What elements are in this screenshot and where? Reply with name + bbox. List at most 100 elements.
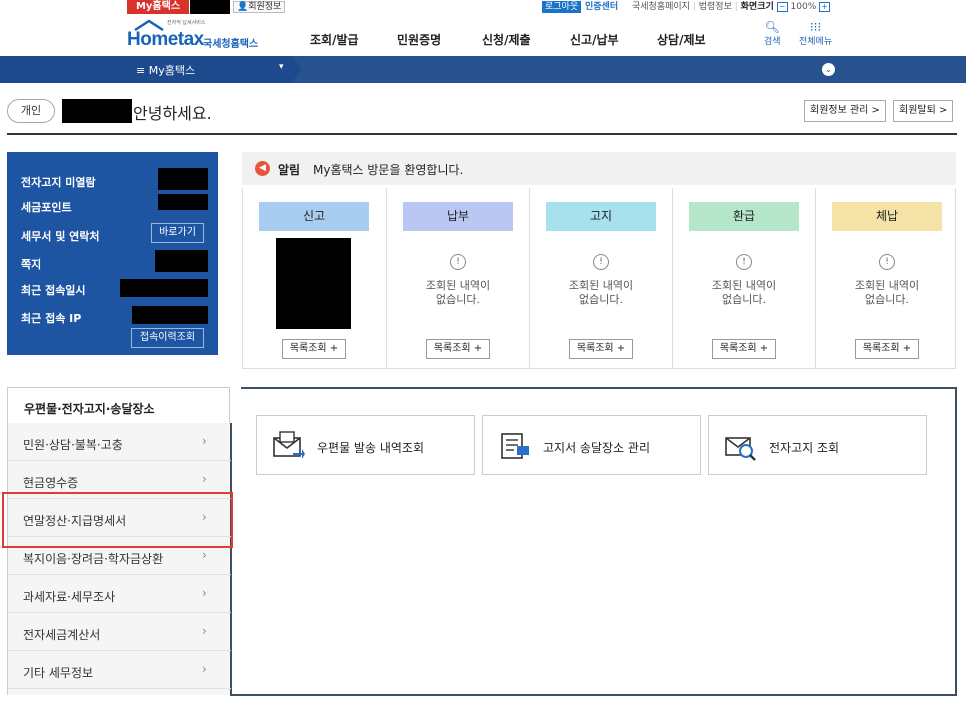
- card-label: 전자고지 조회: [769, 441, 840, 455]
- info-tax-office-label: 세무서 및 연락처: [21, 230, 100, 243]
- status-header-refund[interactable]: 환급: [689, 202, 799, 231]
- chevron-right-icon: ›: [202, 548, 207, 562]
- redacted-last-login: [120, 279, 208, 297]
- status-column-payment: 납부 ! 조회된 내역이 없습니다. 목록조회 +: [386, 188, 528, 369]
- empty-message-payment: 조회된 내역이 없습니다.: [425, 279, 491, 306]
- card-e-notice-search[interactable]: 전자고지 조회: [708, 415, 927, 475]
- sidebar-item-label: 복지이음·장려금·학자금상환: [23, 552, 164, 566]
- info-exclamation-icon: !: [879, 254, 895, 270]
- site-header: 전자적 납세서비스 Hometax 국세청홈택스 조회/발급 민원증명 신청/제…: [0, 14, 966, 56]
- panel-tab-join: [229, 385, 241, 423]
- redacted-last-ip: [132, 306, 208, 324]
- greeting-text: 안녕하세요.: [133, 104, 212, 123]
- sidebar-tab-label: 우편물·전자고지·송달장소: [24, 402, 155, 416]
- member-info-link[interactable]: 👤회원정보: [233, 1, 286, 13]
- info-last-login-label: 최근 접속일시: [21, 284, 86, 297]
- status-header-notice[interactable]: 고지: [546, 202, 656, 231]
- chevron-right-icon: ›: [202, 586, 207, 600]
- member-info-manage-button[interactable]: 회원정보 관리 >: [804, 100, 886, 122]
- redacted-user-name: [62, 99, 132, 123]
- nav-report-pay[interactable]: 신고/납부: [570, 31, 619, 48]
- nav-apply-submit[interactable]: 신청/제출: [482, 31, 531, 48]
- menubar-title-area[interactable]: ≡ My홈택스 ▾: [0, 56, 292, 83]
- sidebar-tab-mail-notice[interactable]: 우편물·전자고지·송달장소: [7, 387, 230, 423]
- chevron-right-icon: ›: [202, 662, 207, 676]
- sidebar-item-civil-consult[interactable]: 민원·상담·불복·고충 ›: [8, 423, 231, 461]
- speaker-icon: ◀: [255, 161, 270, 176]
- e-notice-search-icon: [725, 437, 756, 461]
- status-header-payment[interactable]: 납부: [403, 202, 513, 231]
- chevron-right-icon: ›: [202, 434, 207, 448]
- shortcut-button[interactable]: 바로가기: [151, 223, 204, 243]
- info-exclamation-icon: !: [736, 254, 752, 270]
- mail-envelope-icon: [273, 431, 305, 459]
- redacted-report-content: [276, 238, 351, 329]
- status-column-refund: 환급 ! 조회된 내역이 없습니다. 목록조회 +: [672, 188, 814, 369]
- my-hometax-link[interactable]: My홈택스: [127, 0, 189, 14]
- info-exclamation-icon: !: [593, 254, 609, 270]
- search-label: 검색: [764, 37, 781, 47]
- notice-bar: ◀ 알림 My홈택스 방문을 환영합니다.: [242, 152, 956, 185]
- selection-highlight-box: [2, 492, 233, 548]
- all-menu-button[interactable]: ⁝⁝⁝ 전체메뉴: [799, 20, 832, 47]
- zoom-in-button[interactable]: +: [819, 1, 831, 12]
- sidebar-item-label: 과세자료·세무조사: [23, 590, 116, 604]
- list-view-button-payment[interactable]: 목록조회 +: [426, 339, 490, 359]
- card-label: 고지서 송달장소 관리: [543, 441, 650, 455]
- hometax-logo[interactable]: 전자적 납세서비스 Hometax 국세청홈택스: [127, 19, 262, 51]
- logo-text: Hometax: [127, 29, 204, 50]
- logo-subtext: 국세청홈택스: [203, 39, 259, 50]
- info-unread-notice-label: 전자고지 미열람: [21, 176, 96, 189]
- my-hometax-menubar: ≡ My홈택스 ▾ ⌄: [0, 56, 966, 83]
- cert-center-link[interactable]: 인증센터: [585, 1, 618, 13]
- search-button[interactable]: 🔍︎ 검색: [764, 20, 781, 47]
- law-info-link[interactable]: 법령정보: [699, 2, 732, 12]
- grid-menu-icon: ⁝⁝⁝: [809, 20, 822, 34]
- expand-toggle-icon[interactable]: ⌄: [822, 63, 835, 76]
- redacted-unread-count: [158, 168, 208, 190]
- sidebar-item-label: 전자세금계산서: [23, 628, 101, 642]
- person-icon: 👤: [237, 2, 249, 12]
- nav-civil-certificate[interactable]: 민원증명: [397, 31, 441, 48]
- member-withdraw-button[interactable]: 회원탈퇴 >: [893, 100, 954, 122]
- nav-inquiry-issue[interactable]: 조회/발급: [310, 31, 359, 48]
- menubar-title: ≡ My홈택스: [136, 64, 196, 77]
- zoom-out-button[interactable]: −: [776, 1, 788, 12]
- status-header-report[interactable]: 신고: [259, 202, 369, 231]
- logout-button[interactable]: 로그아웃: [542, 1, 582, 13]
- nav-consult-report[interactable]: 상담/제보: [657, 31, 706, 48]
- sidebar-item-label: 민원·상담·불복·고충: [23, 438, 123, 452]
- logo-tagline: 전자적 납세서비스: [167, 20, 206, 26]
- top-links: 국세청홈페이지 | 법령정보 | 화면크기 − 100% +: [632, 1, 831, 13]
- account-info-panel: 전자고지 미열람 세금포인트 세무서 및 연락처 바로가기 쪽지 최근 접속일시…: [7, 152, 218, 355]
- sidebar-item-tax-audit[interactable]: 과세자료·세무조사 ›: [8, 575, 231, 613]
- card-mail-history[interactable]: 우편물 발송 내역조회: [256, 415, 475, 475]
- top-utility-bar: My홈택스 👤회원정보 로그아웃 인증센터 국세청홈페이지 | 법령정보 | 화…: [0, 0, 966, 14]
- card-delivery-address[interactable]: 고지서 송달장소 관리: [482, 415, 701, 475]
- bill-document-icon: [501, 433, 529, 459]
- list-view-button-notice[interactable]: 목록조회 +: [569, 339, 633, 359]
- card-label: 우편물 발송 내역조회: [317, 441, 424, 455]
- sidebar-menu: 민원·상담·불복·고충 › 현금영수증 › 연말정산·지급명세서 › 복지이음·…: [7, 423, 231, 695]
- access-history-button[interactable]: 접속이력조회: [131, 328, 204, 348]
- redacted-tax-points: [158, 194, 208, 210]
- list-view-button-refund[interactable]: 목록조회 +: [712, 339, 776, 359]
- greeting-divider: [7, 133, 957, 135]
- list-view-button-report[interactable]: 목록조회 +: [282, 339, 346, 359]
- menubar-arrow-shape: [292, 56, 302, 82]
- list-view-button-arrears[interactable]: 목록조회 +: [855, 339, 919, 359]
- sidebar-item-label: 기타 세무정보: [23, 666, 94, 680]
- redacted-username: [190, 0, 230, 14]
- all-menu-label: 전체메뉴: [799, 37, 833, 47]
- info-last-ip-label: 최근 접속 IP: [21, 312, 82, 325]
- sidebar-item-e-tax-invoice[interactable]: 전자세금계산서 ›: [8, 613, 231, 651]
- status-header-arrears[interactable]: 체납: [832, 202, 942, 231]
- empty-message-arrears: 조회된 내역이 없습니다.: [854, 279, 920, 306]
- empty-message-refund: 조회된 내역이 없습니다.: [711, 279, 777, 306]
- redacted-message-count: [155, 250, 208, 272]
- sidebar-item-other-tax-info[interactable]: 기타 세무정보 ›: [8, 651, 231, 689]
- user-type-badge: 개인: [7, 99, 55, 123]
- nts-homepage-link[interactable]: 국세청홈페이지: [632, 2, 690, 12]
- empty-message-notice: 조회된 내역이 없습니다.: [568, 279, 634, 306]
- info-message-label: 쪽지: [21, 258, 42, 271]
